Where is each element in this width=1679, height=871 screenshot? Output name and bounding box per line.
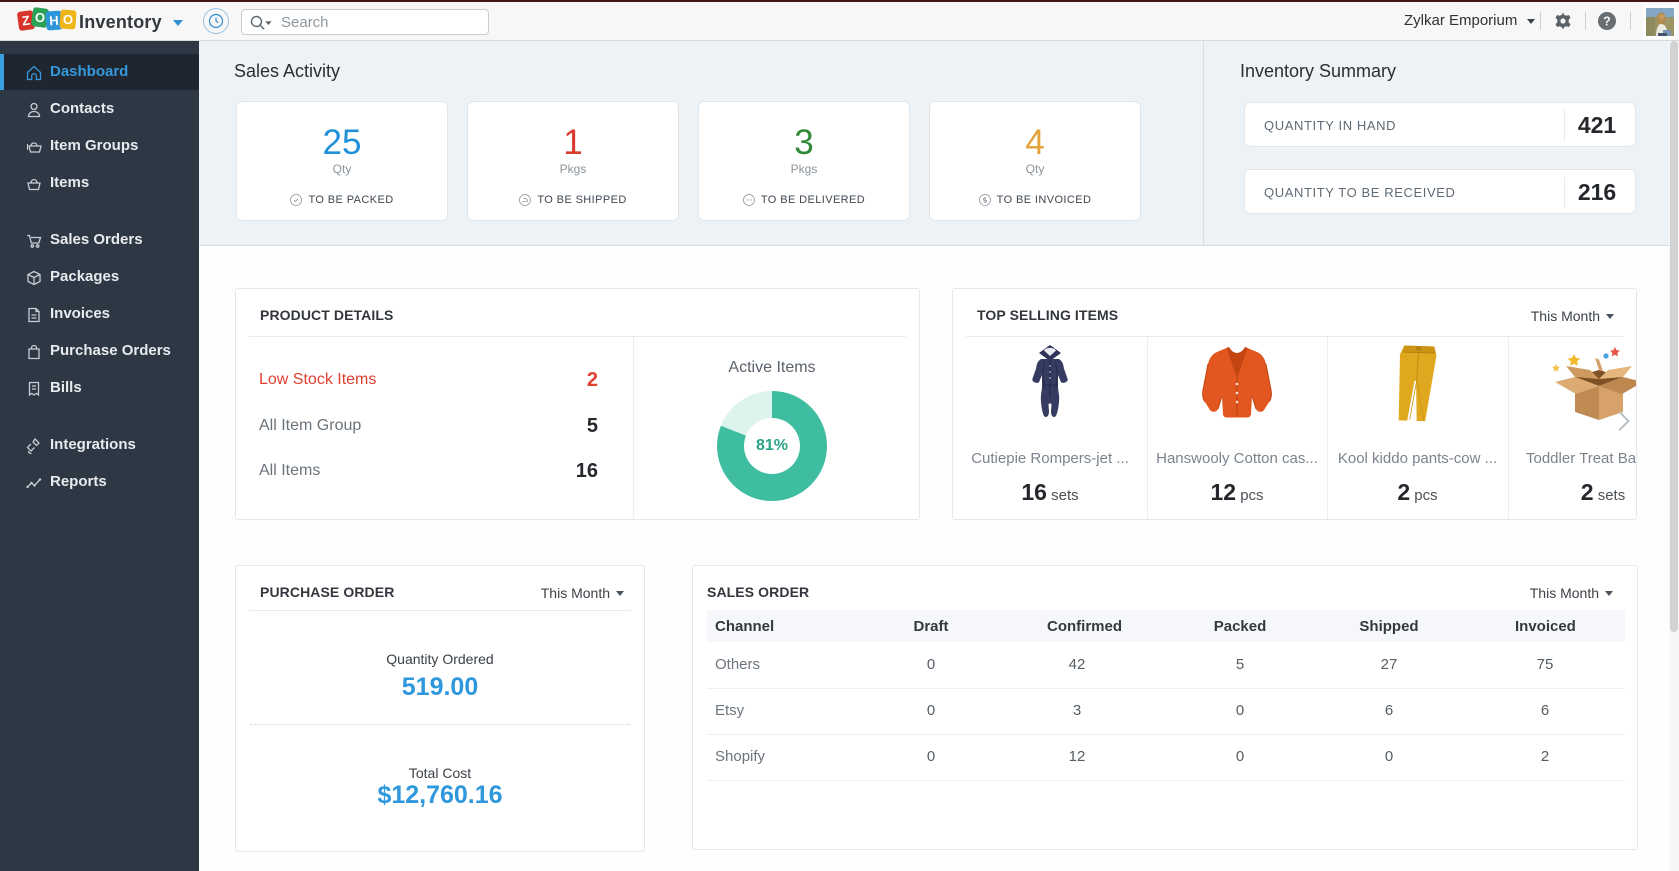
svg-text:?: ? [1603, 15, 1611, 29]
